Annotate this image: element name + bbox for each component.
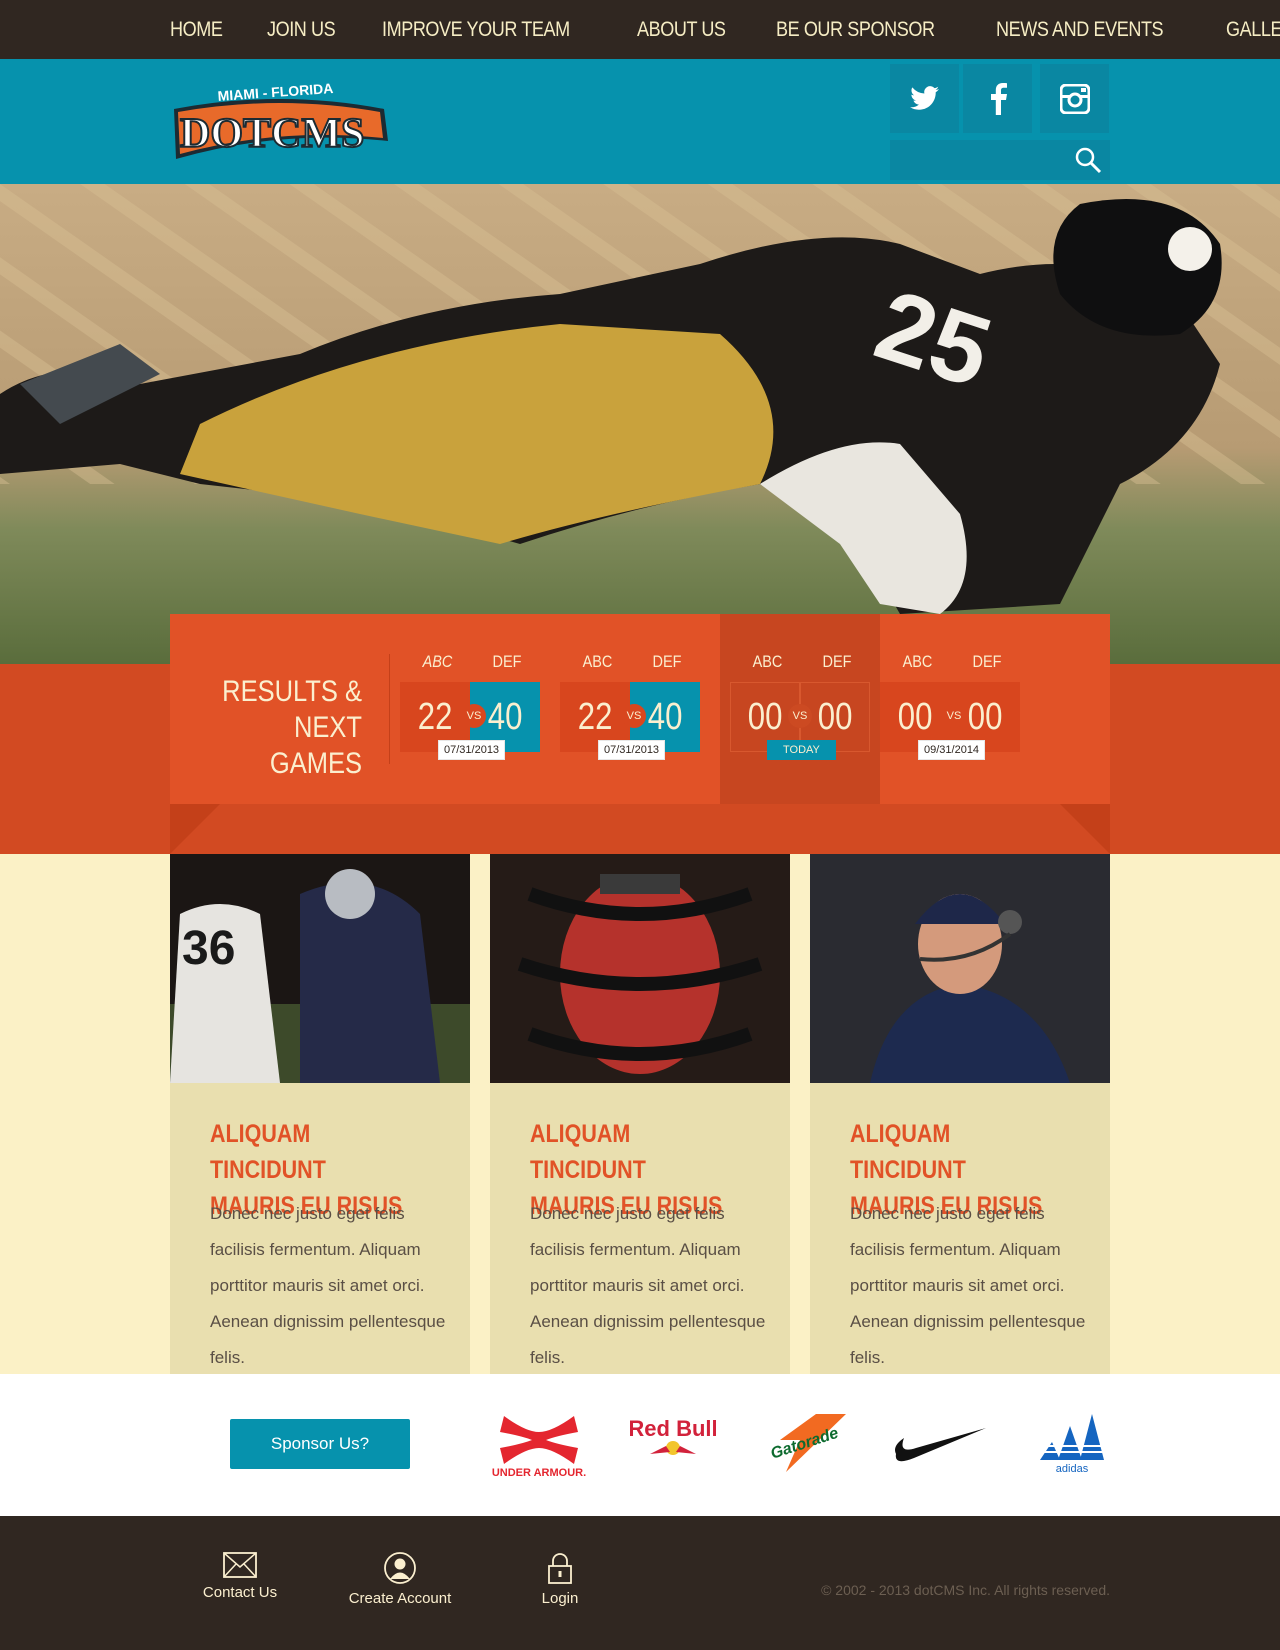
away-team: DEF [972,652,1002,671]
svg-text:adidas: adidas [1056,1463,1089,1475]
card-text: Donec nec justo eget felis facilisis fer… [530,1204,766,1367]
top-navigation: HOME JOIN US IMPROVE YOUR TEAM ABOUT US … [0,0,1280,59]
login-link[interactable]: Login [530,1552,590,1607]
site-header: MIAMI - FLORIDA DOTCMS [0,59,1280,184]
results-panel: RESULTS & NEXT GAMES ABC DEF 22 40 VS 07… [170,614,1110,804]
home-team: ABC [582,652,613,671]
card-text: Donec nec justo eget felis facilisis fer… [210,1204,446,1367]
gatorade-logo[interactable]: Gatorade [766,1412,848,1474]
site-logo[interactable]: MIAMI - FLORIDA DOTCMS [170,79,392,165]
sponsor-us-button[interactable]: Sponsor Us? [230,1419,410,1469]
nav-item-home[interactable]: HOME [170,18,223,42]
site-footer: Contact Us Create Account Login © 2002 -… [0,1516,1280,1650]
hero-image: 25 [0,184,1280,664]
contact-us-label: Contact Us [202,1584,278,1601]
game-date: 07/31/2013 [598,740,666,760]
results-title-line1: RESULTS & [222,675,362,708]
game-result[interactable]: ABC DEF 00 00 VS 09/31/2014 [880,614,1040,804]
corner-fold-left [170,804,220,854]
search-icon[interactable] [1074,146,1102,174]
vs-badge: VS [788,704,812,728]
nav-menu: HOME JOIN US IMPROVE YOUR TEAM ABOUT US … [170,0,1280,59]
home-team: ABC [752,652,783,671]
home-team: ABC [422,652,453,671]
away-team: DEF [822,652,852,671]
contact-us-link[interactable]: Contact Us [200,1552,280,1601]
sponsors-bar: Sponsor Us? UNDER ARMOUR. Red Bull Gator… [0,1374,1280,1516]
nav-item-improve-your-team[interactable]: IMPROVE YOUR TEAM [382,18,570,42]
svg-text:36: 36 [182,922,235,975]
game-result-today[interactable]: ABC DEF 00 00 VS TODAY [720,614,880,804]
nike-logo[interactable] [894,1426,988,1462]
twitter-link[interactable] [890,64,959,133]
news-card[interactable]: ALIQUAM TINCIDUNT MAURIS EU RISUS Donec … [490,854,790,1374]
instagram-icon [1059,83,1090,114]
instagram-link[interactable] [1040,64,1109,133]
nav-item-join-us[interactable]: JOIN US [267,18,336,42]
under-armour-logo[interactable]: UNDER ARMOUR. [486,1412,592,1478]
create-account-link[interactable]: Create Account [345,1552,455,1607]
red-bull-logo[interactable]: Red Bull [630,1414,716,1462]
envelope-icon [223,1552,257,1578]
vs-badge: VS [622,704,646,728]
results-title: RESULTS & NEXT GAMES [216,674,362,782]
nav-item-about-us[interactable]: ABOUT US [637,18,726,42]
twitter-icon [909,85,939,110]
create-account-label: Create Account [348,1590,452,1607]
login-label: Login [541,1590,579,1607]
corner-fold-right [1060,804,1110,854]
vs-badge: VS [942,704,966,728]
game-date: 09/31/2014 [918,740,986,760]
card-image [810,854,1110,1083]
user-icon [384,1552,416,1584]
lock-icon [548,1553,572,1584]
logo-wordmark: DOTCMS [180,111,364,157]
card-image: 36 [170,854,470,1083]
adidas-logo[interactable]: adidas [1036,1412,1110,1476]
news-card[interactable]: 36 ALIQUAM TINCIDUNT MAURIS EU RISUS Don… [170,854,470,1374]
today-badge: TODAY [767,740,836,760]
nav-item-news-and-events[interactable]: NEWS AND EVENTS [996,18,1164,42]
copyright-text: © 2002 - 2013 dotCMS Inc. All rights res… [821,1582,1110,1598]
results-divider [389,654,390,764]
nav-item-be-our-sponsor[interactable]: BE OUR SPONSOR [776,18,935,42]
away-team: DEF [652,652,682,671]
card-image [490,854,790,1083]
away-team: DEF [492,652,522,671]
home-team: ABC [902,652,933,671]
game-result[interactable]: ABC DEF 22 40 VS 07/31/2013 [560,614,720,804]
svg-text:UNDER ARMOUR.: UNDER ARMOUR. [492,1467,586,1478]
results-title-line2: NEXT GAMES [269,711,362,780]
nav-item-gallery[interactable]: GALLERY [1226,18,1280,42]
vs-badge: VS [462,704,486,728]
game-result[interactable]: ABC DEF 22 40 VS 07/31/2013 [400,614,560,804]
game-date: 07/31/2013 [438,740,506,760]
facebook-link[interactable] [963,64,1032,133]
card-text: Donec nec justo eget felis facilisis fer… [850,1204,1086,1367]
news-card[interactable]: ALIQUAM TINCIDUNT MAURIS EU RISUS Donec … [810,854,1110,1374]
facebook-icon [990,82,1007,115]
svg-text:Red Bull: Red Bull [630,1416,716,1441]
